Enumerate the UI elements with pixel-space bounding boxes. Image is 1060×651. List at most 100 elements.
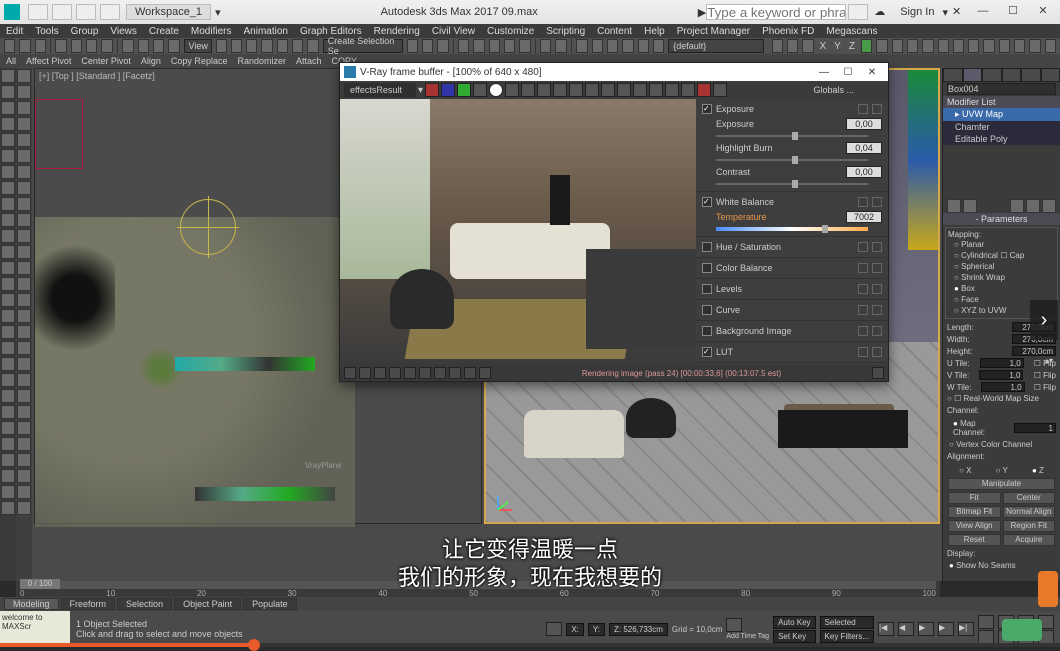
vfb-render-view[interactable] — [340, 99, 696, 365]
toolbar-button[interactable] — [86, 39, 97, 53]
section-checkbox[interactable] — [702, 326, 712, 336]
tile-spinner[interactable]: V Tile:1,0☐ Flip — [943, 369, 1060, 381]
named-set-drop[interactable]: {default} — [668, 39, 763, 53]
side-tool-button[interactable] — [17, 405, 31, 419]
object-name-input[interactable] — [947, 83, 1056, 95]
viewport-label[interactable]: [+] [Top ] [Standard ] [Facetz] — [39, 71, 155, 81]
vfb-btn[interactable] — [649, 83, 663, 97]
stack-btn[interactable] — [963, 199, 977, 213]
align-button[interactable]: Bitmap Fit — [948, 506, 1001, 518]
sub-toolbar-item[interactable]: Center Pivot — [81, 56, 131, 66]
vfb-status-btn[interactable] — [464, 367, 476, 379]
toolbar-button[interactable] — [968, 39, 979, 53]
stack-btn[interactable] — [1026, 199, 1040, 213]
side-tool-button[interactable] — [17, 165, 31, 179]
menu-item[interactable]: Graph Editors — [300, 26, 362, 37]
play-icon[interactable]: ▶ — [918, 622, 934, 636]
mapping-radio[interactable]: Cylindrical ☐ Cap — [948, 250, 1055, 261]
reset-icon[interactable] — [858, 284, 868, 294]
toolbar-button[interactable] — [999, 39, 1010, 53]
vfb-status-btn[interactable] — [449, 367, 461, 379]
menu-icon[interactable] — [872, 347, 882, 357]
side-tool-button[interactable] — [1, 277, 15, 291]
mapchannel-radio[interactable]: Map Channel: — [947, 418, 1014, 438]
side-tool-button[interactable] — [1, 373, 15, 387]
toolbar-button[interactable] — [292, 39, 303, 53]
side-tool-button[interactable] — [17, 437, 31, 451]
menu-icon[interactable] — [872, 305, 882, 315]
info-icon[interactable]: ✕ — [952, 5, 966, 19]
menu-item[interactable]: Animation — [243, 26, 287, 37]
minimize-button[interactable]: — — [970, 4, 996, 20]
menu-item[interactable]: Customize — [487, 26, 534, 37]
menu-icon[interactable] — [872, 104, 882, 114]
mode-tab[interactable]: Modeling — [4, 598, 59, 610]
section-title[interactable]: White Balance — [716, 197, 774, 207]
reset-icon[interactable] — [858, 197, 868, 207]
mapchannel-value[interactable]: 1 — [1014, 423, 1056, 433]
axis-y[interactable]: Y — [990, 465, 1014, 476]
menu-item[interactable]: Create — [149, 26, 179, 37]
toolbar-button[interactable] — [540, 39, 551, 53]
side-tool-button[interactable] — [17, 229, 31, 243]
align-button[interactable]: View Align — [948, 520, 1001, 532]
vcol-radio[interactable]: Vertex Color Channel — [943, 439, 1060, 450]
align-button[interactable]: Acquire — [1003, 534, 1056, 546]
toolbar-button[interactable] — [422, 39, 433, 53]
stack-btn[interactable] — [947, 199, 961, 213]
menu-icon[interactable] — [872, 326, 882, 336]
menu-icon[interactable] — [872, 197, 882, 207]
setkey-button[interactable]: Set Key — [773, 630, 815, 643]
side-tool-button[interactable] — [1, 293, 15, 307]
side-tool-button[interactable] — [17, 357, 31, 371]
selection-set-drop[interactable]: Create Selection Se — [323, 39, 403, 53]
signin-link[interactable]: Sign In — [900, 6, 934, 18]
mapping-radio[interactable]: Shrink Wrap — [948, 272, 1055, 283]
title-btn[interactable] — [28, 4, 48, 20]
side-tool-button[interactable] — [17, 389, 31, 403]
side-tool-button[interactable] — [1, 437, 15, 451]
lock-icon[interactable] — [546, 622, 562, 636]
vfb-status-btn[interactable] — [419, 367, 431, 379]
vfb-btn[interactable] — [489, 83, 503, 97]
menu-item[interactable]: Rendering — [374, 26, 420, 37]
side-tool-button[interactable] — [17, 101, 31, 115]
toolbar-button[interactable] — [1014, 39, 1025, 53]
side-tool-button[interactable] — [17, 501, 31, 515]
toolbar-button[interactable] — [246, 39, 257, 53]
toolbar-button[interactable] — [638, 39, 649, 53]
toolbar-button[interactable] — [983, 39, 994, 53]
toolbar-button[interactable] — [907, 39, 918, 53]
section-checkbox[interactable] — [702, 284, 712, 294]
stack-btn[interactable] — [1042, 199, 1056, 213]
menu-item[interactable]: Group — [71, 26, 99, 37]
side-tool-button[interactable] — [1, 501, 15, 515]
toolbar-button[interactable] — [787, 39, 798, 53]
video-progress[interactable] — [0, 643, 1060, 647]
vfb-btn[interactable] — [585, 83, 599, 97]
side-tool-button[interactable] — [1, 485, 15, 499]
side-tool-button[interactable] — [1, 357, 15, 371]
vfb-status-btn[interactable] — [374, 367, 386, 379]
side-tool-button[interactable] — [17, 453, 31, 467]
seams-radio[interactable]: Show No Seams — [943, 560, 1060, 571]
vfb-btn[interactable] — [697, 83, 711, 97]
vfb-btn[interactable] — [601, 83, 615, 97]
side-tool-button[interactable] — [17, 69, 31, 83]
stack-btn[interactable] — [1010, 199, 1024, 213]
rollout-header[interactable]: - Parameters — [943, 213, 1060, 225]
toolbar-button[interactable] — [653, 39, 664, 53]
sub-toolbar-item[interactable]: All — [6, 56, 16, 66]
menu-item[interactable]: Megascans — [826, 26, 877, 37]
side-tool-button[interactable] — [1, 197, 15, 211]
section-title[interactable]: Exposure — [716, 104, 754, 114]
toolbar-button[interactable] — [277, 39, 288, 53]
mode-tab[interactable]: Selection — [117, 598, 172, 610]
axis-x[interactable]: X — [953, 465, 977, 476]
section-checkbox[interactable] — [702, 242, 712, 252]
side-tool-button[interactable] — [1, 181, 15, 195]
mapping-radio[interactable]: Planar — [948, 239, 1055, 250]
mode-tab[interactable]: Populate — [243, 598, 297, 610]
toolbar-button[interactable] — [772, 39, 783, 53]
toolbar-button[interactable] — [168, 39, 179, 53]
